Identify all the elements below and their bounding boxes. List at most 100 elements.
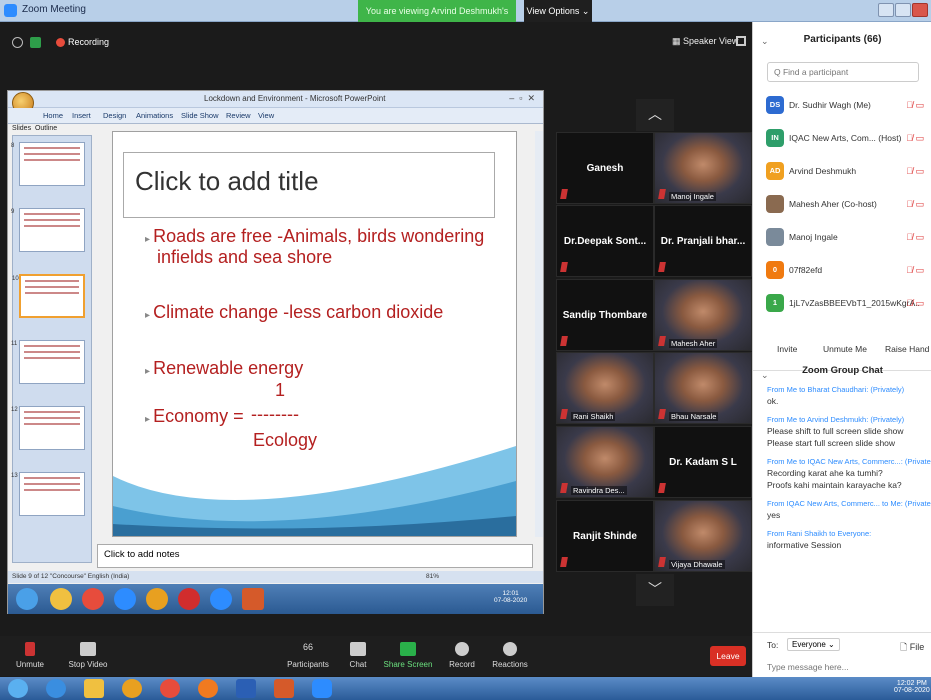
muted-mic-icon: [25, 642, 35, 656]
maximize-button[interactable]: [895, 3, 911, 17]
ribbon-tab-review[interactable]: Review: [226, 111, 251, 120]
view-options-button[interactable]: View Options ⌄: [524, 0, 592, 22]
video-tile[interactable]: Sandip Thombare: [556, 279, 654, 351]
ribbon-tab-animations[interactable]: Animations: [136, 111, 173, 120]
slide-thumbnail[interactable]: 12: [11, 406, 85, 450]
info-icon[interactable]: [12, 37, 23, 48]
slide-thumbnail[interactable]: 11: [11, 340, 85, 384]
share-screen-button[interactable]: Share Screen: [382, 642, 434, 669]
unmute-me-button[interactable]: Unmute Me: [823, 344, 867, 354]
video-tile[interactable]: Rani Shaikh: [556, 352, 654, 424]
participant-row[interactable]: 1 1jL7vZasBBEEVbT1_2015wKgrA... 🎙̸ ▭: [753, 288, 931, 319]
record-button[interactable]: Record: [436, 642, 488, 669]
chrome-icon[interactable]: [82, 588, 104, 610]
chat-recipient-select[interactable]: Everyone ⌄: [787, 638, 840, 651]
ribbon-tab-design[interactable]: Design: [103, 111, 126, 120]
chat-message-input[interactable]: [767, 662, 917, 672]
avatar: DS: [766, 96, 784, 114]
video-tile[interactable]: Mahesh Aher: [654, 279, 752, 351]
speaker-view-button[interactable]: ▦ Speaker View: [672, 36, 738, 47]
video-tile[interactable]: Ranjit Shinde: [556, 500, 654, 572]
video-tile[interactable]: Ravindra Des...: [556, 426, 654, 498]
slide-thumbnail[interactable]: 8: [11, 142, 85, 186]
gallery-scroll-down-icon[interactable]: ﹀: [636, 574, 674, 606]
video-tile[interactable]: Vijaya Dhawale: [654, 500, 752, 572]
fraction-numerator: 1: [275, 380, 286, 400]
ribbon-tab-slideshow[interactable]: Slide Show: [181, 111, 219, 120]
participant-name: Arvind Deshmukh: [789, 166, 857, 176]
participant-video-name: Rani Shaikh: [571, 412, 616, 421]
notes-pane[interactable]: Click to add notes: [97, 544, 533, 568]
file-button[interactable]: 🗋 File: [900, 640, 924, 656]
explorer-icon[interactable]: [84, 679, 104, 698]
chrome-taskbar-icon[interactable]: [160, 679, 180, 698]
chat-button[interactable]: Chat: [332, 642, 384, 669]
participants-icon: 66: [302, 642, 313, 652]
participant-row[interactable]: 0 07f82efd 🎙̸ ▭: [753, 255, 931, 286]
video-tile[interactable]: Dr. Pranjali bhar...: [654, 205, 752, 277]
video-tile[interactable]: Dr. Kadam S L: [654, 426, 752, 498]
leave-meeting-button[interactable]: Leave: [710, 646, 746, 666]
slide-thumbnail[interactable]: 13: [11, 472, 85, 516]
participant-video-name: Mahesh Aher: [669, 339, 718, 348]
slides-thumbnail-panel[interactable]: 8 9 10 11 12 13: [11, 135, 92, 563]
mic-muted-icon: 🎙̸ ▭: [906, 232, 924, 242]
panel-tab-slides[interactable]: Slides: [12, 125, 31, 132]
zoom-level[interactable]: 81%: [426, 573, 439, 580]
slide-thumbnail[interactable]: 9: [11, 208, 85, 252]
windows-start-icon[interactable]: [8, 679, 28, 698]
powerpoint-taskbar-icon[interactable]: [242, 588, 264, 610]
invite-button[interactable]: Invite: [777, 344, 797, 354]
close-window-button[interactable]: [912, 3, 928, 17]
panel-tab-outline[interactable]: Outline: [35, 125, 57, 132]
minimize-button[interactable]: [878, 3, 894, 17]
slide-canvas[interactable]: Click to add title ▸ Roads are free -Ani…: [112, 131, 517, 537]
participant-row[interactable]: AD Arvind Deshmukh 🎙̸ ▭: [753, 156, 931, 187]
ie-icon[interactable]: [114, 588, 136, 610]
video-tile[interactable]: Manoj Ingale: [654, 132, 752, 204]
fullscreen-icon[interactable]: [736, 36, 746, 46]
opera-icon[interactable]: [178, 588, 200, 610]
file-label: File: [909, 642, 925, 652]
slide-scrollbar[interactable]: [535, 131, 543, 537]
powerpoint-icon[interactable]: [274, 679, 294, 698]
slide-thumbnail-selected[interactable]: 10: [12, 274, 85, 318]
participant-video-name: Dr.Deepak Sont...: [563, 236, 647, 247]
bullet-3: ▸ Renewable energy: [145, 358, 304, 378]
zoom-taskbar-icon[interactable]: [210, 588, 232, 610]
security-shield-icon[interactable]: [30, 37, 41, 48]
chat-to-label: To:: [767, 640, 779, 650]
avatar: [766, 228, 784, 246]
participants-button[interactable]: 66 Participants: [282, 642, 334, 669]
gallery-scroll-up-icon[interactable]: ︿: [636, 99, 674, 131]
recording-label: Recording: [68, 37, 110, 47]
video-tile[interactable]: Dr.Deepak Sont...: [556, 205, 654, 277]
raise-hand-button[interactable]: Raise Hand: [885, 344, 929, 354]
firefox-icon[interactable]: [198, 679, 218, 698]
participant-row[interactable]: Manoj Ingale 🎙̸ ▭: [753, 222, 931, 253]
zoom-app-icon[interactable]: [312, 679, 332, 698]
participant-search-input[interactable]: [767, 62, 919, 82]
ribbon-tab-view[interactable]: View: [258, 111, 274, 120]
participant-row[interactable]: Mahesh Aher (Co-host) 🎙̸ ▭: [753, 189, 931, 220]
media-player-icon[interactable]: [122, 679, 142, 698]
media-icon[interactable]: [146, 588, 168, 610]
ribbon-tab-insert[interactable]: Insert: [72, 111, 91, 120]
participant-video-name: Ganesh: [586, 163, 624, 174]
unmute-button[interactable]: Unmute: [4, 642, 56, 669]
folder-icon[interactable]: [50, 588, 72, 610]
chat-bubble-icon: [350, 642, 366, 656]
video-tile[interactable]: Bhau Narsale: [654, 352, 752, 424]
word-icon[interactable]: [236, 679, 256, 698]
stop-video-button[interactable]: Stop Video: [62, 642, 114, 669]
participant-row[interactable]: IN IQAC New Arts, Com... (Host) 🎙̸ ▭: [753, 123, 931, 154]
participant-video-name: Sandip Thombare: [562, 310, 648, 321]
avatar: AD: [766, 162, 784, 180]
reactions-button[interactable]: Reactions: [484, 642, 536, 669]
video-tile[interactable]: Ganesh: [556, 132, 654, 204]
ribbon-tab-home[interactable]: Home: [43, 111, 63, 120]
start-orb-icon[interactable]: [16, 588, 38, 610]
ie-taskbar-icon[interactable]: [46, 679, 66, 698]
zoom-logo-icon: [4, 4, 17, 17]
participant-row[interactable]: DS Dr. Sudhir Wagh (Me) 🎙̸ ▭: [753, 90, 931, 121]
